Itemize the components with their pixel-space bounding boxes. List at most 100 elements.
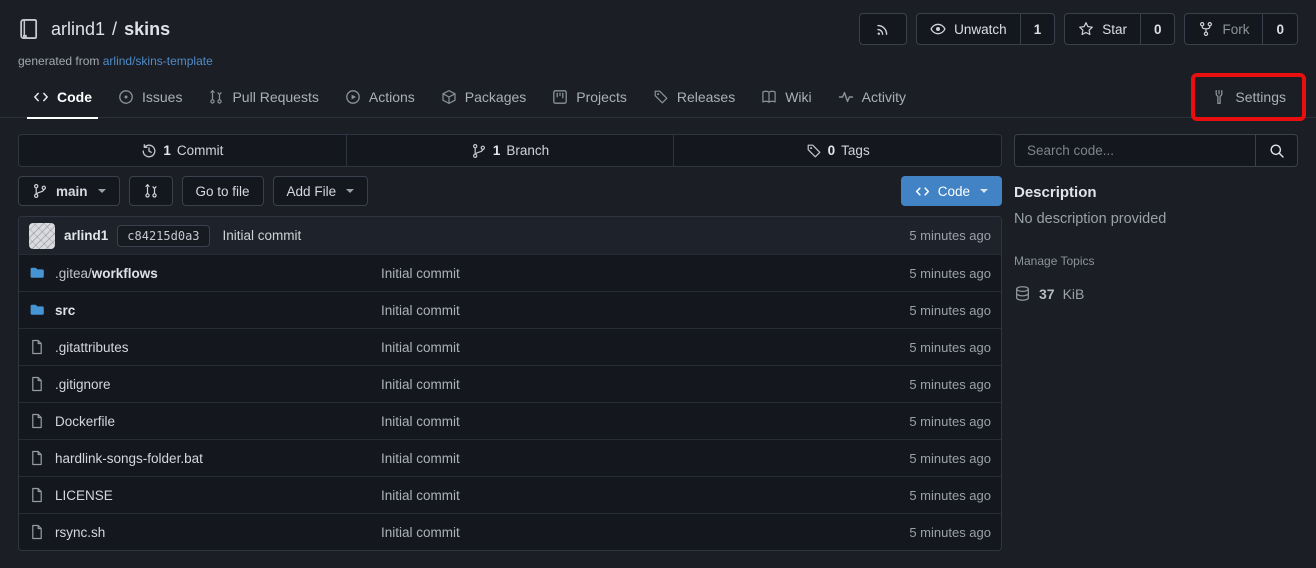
file-link[interactable]: LICENSE: [55, 488, 113, 503]
file-link[interactable]: .gitignore: [55, 377, 111, 392]
eye-icon: [930, 21, 946, 37]
add-file-button[interactable]: Add File: [273, 176, 369, 206]
row-commit-message[interactable]: Initial commit: [381, 377, 460, 392]
file-icon: [29, 339, 45, 355]
row-commit-time: 5 minutes ago: [909, 377, 991, 392]
search-button[interactable]: [1255, 135, 1297, 166]
search-input[interactable]: [1015, 135, 1255, 166]
table-row[interactable]: LICENSE Initial commit 5 minutes ago: [19, 476, 1001, 513]
tag-icon: [806, 143, 822, 159]
row-commit-time: 5 minutes ago: [909, 488, 991, 503]
tab-packages[interactable]: Packages: [428, 76, 539, 118]
star-group: Star 0: [1064, 13, 1175, 45]
branch-selector[interactable]: main: [18, 176, 120, 206]
star-button[interactable]: Star: [1064, 13, 1140, 45]
fork-button[interactable]: Fork: [1184, 13, 1262, 45]
commit-author-link[interactable]: arlind1: [64, 228, 108, 243]
row-commit-message[interactable]: Initial commit: [381, 488, 460, 503]
page-title: arlind1 / skins: [51, 19, 170, 40]
table-row[interactable]: Dockerfile Initial commit 5 minutes ago: [19, 402, 1001, 439]
file-link[interactable]: .gitattributes: [55, 340, 129, 355]
current-branch: main: [56, 184, 88, 199]
row-commit-message[interactable]: Initial commit: [381, 451, 460, 466]
tab-activity[interactable]: Activity: [825, 76, 919, 118]
tags-stat[interactable]: 0Tags: [673, 135, 1001, 166]
avatar[interactable]: [29, 223, 55, 249]
row-commit-message[interactable]: Initial commit: [381, 266, 460, 281]
description-title: Description: [1014, 184, 1298, 201]
tab-issues[interactable]: Issues: [105, 76, 195, 118]
commits-stat[interactable]: 1Commit: [19, 135, 346, 166]
repo-name-link[interactable]: skins: [124, 19, 170, 40]
compare-button[interactable]: [129, 176, 173, 206]
tab-pull-requests[interactable]: Pull Requests: [195, 76, 331, 118]
file-link[interactable]: rsync.sh: [55, 525, 105, 540]
package-icon: [441, 89, 457, 105]
table-row[interactable]: src Initial commit 5 minutes ago: [19, 291, 1001, 328]
branch-icon: [32, 183, 48, 199]
latest-commit-row: arlind1 c84215d0a3 Initial commit 5 minu…: [19, 217, 1001, 254]
commit-message-link[interactable]: Initial commit: [223, 228, 302, 243]
manage-topics-link[interactable]: Manage Topics: [1014, 254, 1095, 268]
file-link[interactable]: Dockerfile: [55, 414, 115, 429]
rss-icon: [875, 21, 891, 37]
repo-owner-link[interactable]: arlind1: [51, 19, 105, 40]
tab-wiki[interactable]: Wiki: [748, 76, 824, 118]
tag-icon: [653, 89, 669, 105]
watch-group: Unwatch 1: [916, 13, 1055, 45]
description-text: No description provided: [1014, 211, 1298, 227]
pulse-icon: [838, 89, 854, 105]
row-commit-time: 5 minutes ago: [909, 414, 991, 429]
code-icon: [915, 184, 930, 199]
code-download-button[interactable]: Code: [901, 176, 1002, 206]
row-commit-message[interactable]: Initial commit: [381, 525, 460, 540]
file-table: arlind1 c84215d0a3 Initial commit 5 minu…: [18, 216, 1002, 551]
commit-time: 5 minutes ago: [909, 228, 991, 243]
watch-count[interactable]: 1: [1020, 13, 1056, 45]
repo-size-value: 37: [1039, 286, 1055, 302]
row-commit-time: 5 minutes ago: [909, 303, 991, 318]
repo-header: arlind1 / skins Unwatch 1: [0, 0, 1316, 68]
row-commit-time: 5 minutes ago: [909, 266, 991, 281]
rss-button[interactable]: [859, 13, 907, 45]
generated-from: generated from arlind/skins-template: [18, 54, 1298, 68]
file-link[interactable]: hardlink-songs-folder.bat: [55, 451, 203, 466]
commit-hash-badge[interactable]: c84215d0a3: [117, 225, 209, 247]
tab-code[interactable]: Code: [20, 76, 105, 118]
row-commit-message[interactable]: Initial commit: [381, 340, 460, 355]
pull-request-icon: [208, 89, 224, 105]
fork-group: Fork 0: [1184, 13, 1298, 45]
tab-actions[interactable]: Actions: [332, 76, 428, 118]
tools-icon: [1211, 89, 1227, 105]
star-count[interactable]: 0: [1140, 13, 1176, 45]
tab-releases[interactable]: Releases: [640, 76, 748, 118]
generated-from-label: generated from: [18, 54, 99, 68]
row-commit-message[interactable]: Initial commit: [381, 303, 460, 318]
table-row[interactable]: .gitea/workflows Initial commit 5 minute…: [19, 254, 1001, 291]
row-commit-message[interactable]: Initial commit: [381, 414, 460, 429]
branches-stat[interactable]: 1Branch: [346, 135, 674, 166]
repo-icon: [18, 18, 40, 40]
table-row[interactable]: .gitattributes Initial commit 5 minutes …: [19, 328, 1001, 365]
branch-icon: [471, 143, 487, 159]
table-row[interactable]: hardlink-songs-folder.bat Initial commit…: [19, 439, 1001, 476]
table-row[interactable]: .gitignore Initial commit 5 minutes ago: [19, 365, 1001, 402]
file-link[interactable]: .gitea/workflows: [55, 266, 158, 281]
fork-label: Fork: [1222, 22, 1249, 37]
tab-projects[interactable]: Projects: [539, 76, 640, 118]
code-icon: [33, 89, 49, 105]
template-link[interactable]: arlind/skins-template: [103, 54, 213, 68]
unwatch-label: Unwatch: [954, 22, 1007, 37]
unwatch-button[interactable]: Unwatch: [916, 13, 1020, 45]
folder-icon: [29, 265, 45, 281]
issue-icon: [118, 89, 134, 105]
tab-settings[interactable]: Settings: [1198, 78, 1299, 116]
go-to-file-button[interactable]: Go to file: [182, 176, 264, 206]
file-icon: [29, 450, 45, 466]
table-row[interactable]: rsync.sh Initial commit 5 minutes ago: [19, 513, 1001, 550]
fork-icon: [1198, 21, 1214, 37]
file-link[interactable]: src: [55, 303, 75, 318]
database-icon: [1014, 285, 1031, 302]
fork-count[interactable]: 0: [1262, 13, 1298, 45]
repo-stats-bar: 1Commit 1Branch 0Tags: [18, 134, 1002, 167]
